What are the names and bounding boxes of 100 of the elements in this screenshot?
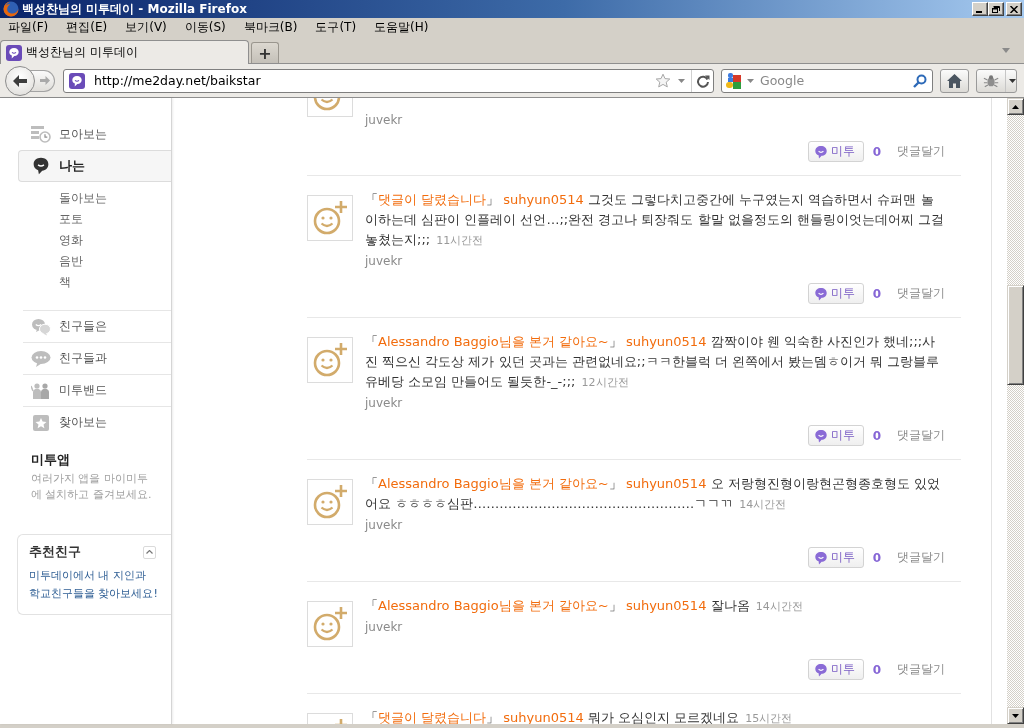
house-icon — [947, 73, 962, 88]
comment-link[interactable]: 댓글달기 — [897, 549, 945, 566]
scroll-up-button[interactable] — [1007, 98, 1024, 115]
window-title: 백성찬님의 미투데이 - Mozilla Firefox — [22, 1, 247, 18]
star-icon[interactable] — [655, 72, 671, 89]
caret-up-icon — [146, 550, 153, 554]
metoo-button[interactable]: 미투 — [807, 425, 864, 446]
author-name: juvekr — [365, 517, 403, 534]
sidebar-subitem[interactable]: 돌아보는 — [59, 188, 107, 209]
speech-bubbles-icon — [31, 317, 51, 336]
username-link[interactable]: suhyun0514 — [503, 710, 584, 724]
reload-icon — [695, 73, 710, 88]
new-tab-button[interactable]: + — [251, 42, 279, 63]
back-button[interactable] — [5, 65, 35, 96]
card-title: 추천친구 — [29, 543, 81, 561]
sidebar-item[interactable]: 미투밴드 — [23, 374, 171, 406]
address-field[interactable]: http://me2day.net/baikstar — [63, 68, 714, 93]
scroll-down-button[interactable] — [1007, 707, 1024, 724]
author-name: juvekr — [365, 395, 403, 412]
metoo-count: 0 — [872, 144, 881, 159]
colored-blocks-icon[interactable] — [726, 72, 742, 89]
comment-link[interactable]: 댓글달기 — [897, 427, 945, 444]
people-icon — [31, 381, 51, 400]
caret-down-icon — [678, 78, 685, 83]
author-name: juvekr — [365, 112, 403, 129]
tag-link[interactable]: Alessandro Baggio님을 본거 같아요~ — [378, 476, 609, 491]
menu-item[interactable]: 보기(V) — [119, 19, 173, 36]
sidebar-item[interactable]: 친구들과 — [23, 342, 171, 374]
speech-bubble-icon — [813, 550, 828, 565]
comment-link[interactable]: 댓글달기 — [897, 661, 945, 678]
metoo-button[interactable]: 미투 — [807, 141, 864, 162]
timestamp: 14시간전 — [739, 498, 787, 511]
tag-link[interactable]: 댓글이 달렸습니다 — [378, 192, 487, 207]
tag-link[interactable]: 댓글이 달렸습니다 — [378, 710, 487, 724]
speech-bubble-icon — [813, 662, 828, 677]
timestamp: 12시간전 — [581, 376, 629, 389]
speech-bubble-icon — [813, 286, 828, 301]
post-text: 「댓글이 달렸습니다」 suhyun0514 뭐가 오심인지 모르겠네요 15시간전 — [365, 709, 794, 724]
sidebar-subitem[interactable]: 책 — [59, 272, 71, 293]
username-link[interactable]: suhyun0514 — [625, 598, 707, 613]
menu-item[interactable]: 편집(E) — [60, 19, 114, 36]
menu-item[interactable]: 도구(T) — [309, 19, 363, 36]
scroll-thumb[interactable] — [1007, 285, 1024, 385]
speech-bubble-icon — [813, 144, 828, 159]
sidebar-item[interactable]: 친구들은 — [23, 310, 171, 342]
username-link[interactable]: suhyun0514 — [625, 334, 707, 349]
favicon-icon — [6, 44, 22, 61]
metoo-button[interactable]: 미투 — [807, 283, 864, 304]
username-link[interactable]: suhyun0514 — [503, 192, 584, 207]
username-link[interactable]: suhyun0514 — [625, 476, 707, 491]
sidebar-subitem[interactable]: 영화 — [59, 230, 83, 251]
search-field[interactable]: Google — [721, 68, 933, 93]
chat-dots-icon — [31, 349, 51, 368]
comment-link[interactable]: 댓글달기 — [897, 285, 945, 302]
caret-down-icon — [747, 78, 754, 83]
find-friends-link[interactable]: 미투데이에서 내 지인과 학교친구들을 찾아보세요! — [29, 567, 169, 603]
comment-link[interactable]: 댓글달기 — [897, 143, 945, 160]
collapse-button[interactable] — [143, 545, 156, 559]
fox-globe-icon — [3, 1, 19, 17]
speech-bubble-icon — [31, 157, 51, 175]
addon-button[interactable] — [976, 68, 1017, 93]
search-icon[interactable] — [913, 73, 927, 88]
sidebar-subitem[interactable]: 포토 — [59, 209, 83, 230]
restore-button[interactable] — [988, 2, 1004, 16]
minimize-button[interactable] — [972, 2, 988, 16]
tag-link[interactable]: Alessandro Baggio님을 본거 같아요~ — [378, 598, 609, 613]
sidebar-item[interactable]: 모아보는 — [18, 118, 171, 150]
caret-down-icon — [1012, 713, 1019, 718]
timestamp: 14시간전 — [755, 600, 803, 613]
tag-link[interactable]: Alessandro Baggio님을 본거 같아요~ — [378, 334, 609, 349]
caret-down-icon[interactable] — [1002, 47, 1010, 53]
scrollbar[interactable] — [1007, 98, 1024, 724]
menu-item[interactable]: 도움말(H) — [368, 19, 435, 36]
browser-tab[interactable]: 백성찬님의 미투데이 — [0, 40, 249, 64]
section-description: 여러가지 앱을 마이미투에 설치하고 즐겨보세요. — [31, 471, 153, 503]
sidebar-subitem[interactable]: 음반 — [59, 251, 83, 272]
bug-icon — [983, 73, 1000, 88]
metoo-count: 0 — [872, 428, 881, 443]
menu-item[interactable]: 이동(S) — [178, 19, 232, 36]
search-placeholder: Google — [760, 73, 805, 88]
section-title: 미투앱 — [31, 451, 70, 469]
post-text: 「Alessandro Baggio님을 본거 같아요~」 suhyun0514 깜짝이야 웬 익숙한 사진인가 했네;;;사진 찍으신 각도상 제가 있던 곳과는 관련없네요;;ㅋㅋ한블럭 더 왼쪽에서 봤는뎀ㅎ이거 뭐 그랑블루 유베당 소모임 만들어도 될듯한-_-;;; 12시간전 — [365, 333, 941, 391]
site-icon — [69, 72, 85, 89]
metoo-button[interactable]: 미투 — [807, 547, 864, 568]
author-name: juvekr — [365, 253, 403, 270]
timestamp: 11시간전 — [436, 234, 484, 247]
close-button[interactable] — [1006, 2, 1022, 16]
menu-item[interactable]: 북마크(B) — [237, 19, 304, 36]
sidebar-item[interactable]: 찾아보는 — [23, 406, 171, 438]
clock-list-icon — [31, 125, 51, 143]
restore-icon — [992, 5, 1000, 13]
reload-button[interactable] — [691, 69, 713, 92]
menu-item[interactable]: 파일(F) — [2, 19, 55, 36]
sidebar-item[interactable]: 나는 — [18, 150, 171, 182]
close-icon — [1010, 5, 1018, 13]
metoo-button[interactable]: 미투 — [807, 659, 864, 680]
post-text: 「댓글이 달렸습니다」 suhyun0514 그것도 그렇다치고중간에 누구였는지 역습하면서 슈퍼맨 놀이하는데 심판이 인플레이 선언…;;완전 경고나 퇴장줘도 할말 없을정도의 핸들링이엇는데어찌 그걸 놓쳤는지;;; 11시간전 — [365, 191, 945, 249]
metoo-count: 0 — [872, 286, 881, 301]
metoo-count: 0 — [872, 550, 881, 565]
home-button[interactable] — [940, 68, 969, 93]
